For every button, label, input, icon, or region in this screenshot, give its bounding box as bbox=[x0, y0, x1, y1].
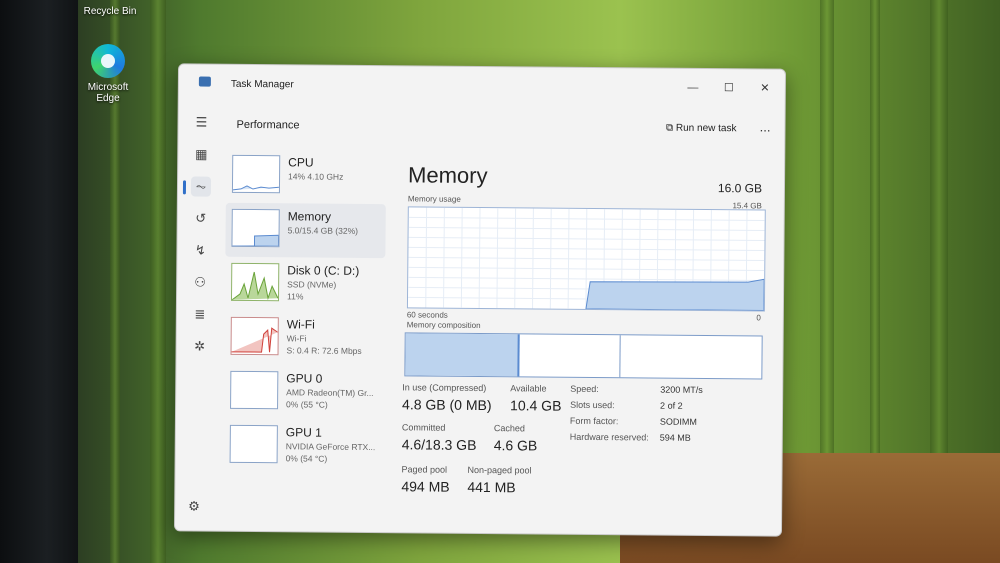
cached-label: Cached bbox=[493, 423, 525, 434]
nav-rail: ☰ ▦ ⏦ ↺ ↯ ⚇ ≣ ✲ ⚙ bbox=[175, 104, 225, 530]
minimize-button[interactable]: — bbox=[681, 79, 705, 97]
in-use-label: In use (Compressed) bbox=[402, 382, 487, 394]
run-task-icon: ⧉ bbox=[665, 122, 676, 134]
resource-detail: 0% (55 °C) bbox=[286, 399, 328, 410]
memory-usage-label: Memory usage bbox=[407, 194, 461, 204]
speed-value: 3200 MT/s bbox=[660, 384, 703, 395]
resource-item-memory[interactable]: Memory 5.0/15.4 GB (32%) bbox=[225, 202, 386, 259]
resource-item-disk[interactable]: Disk 0 (C: D:) SSD (NVMe) 11% bbox=[225, 257, 385, 312]
title-bar[interactable]: Task Manager — ☐ ✕ bbox=[179, 64, 785, 109]
committed-label: Committed bbox=[401, 422, 446, 433]
recycle-bin-icon[interactable]: Recycle Bin bbox=[80, 6, 140, 17]
cpu-thumbnail-graph bbox=[231, 154, 281, 194]
slots-label: Slots used: bbox=[570, 399, 615, 411]
app-history-icon[interactable]: ↺ bbox=[191, 208, 211, 228]
edge-label-line2: Edge bbox=[96, 93, 120, 104]
hardware-reserved-label: Hardware reserved: bbox=[569, 431, 649, 443]
page-title: Performance bbox=[236, 118, 300, 132]
resource-detail: 14% 4.10 GHz bbox=[288, 171, 344, 182]
edge-desktop-icon[interactable]: Microsoft Edge bbox=[78, 44, 138, 104]
page-header: Performance ⧉ Run new task ... bbox=[224, 105, 784, 150]
resource-name: Wi-Fi bbox=[286, 317, 315, 332]
performance-icon[interactable]: ⏦ bbox=[190, 176, 212, 197]
graph-time-span: 60 seconds bbox=[406, 310, 448, 320]
composition-modified bbox=[519, 334, 621, 378]
paged-pool-label: Paged pool bbox=[401, 464, 448, 475]
run-new-task-label: Run new task bbox=[675, 122, 737, 135]
hamburger-menu-icon[interactable]: ☰ bbox=[191, 112, 211, 132]
nonpaged-pool-label: Non-paged pool bbox=[467, 464, 532, 476]
resource-list: CPU 14% 4.10 GHz Memory 5.0/15.4 GB (32%… bbox=[223, 149, 386, 474]
users-icon[interactable]: ⚇ bbox=[190, 272, 210, 292]
committed-value: 4.6/18.3 GB bbox=[401, 436, 477, 453]
resource-item-gpu1[interactable]: GPU 1 NVIDIA GeForce RTX... 0% (54 °C) bbox=[223, 419, 383, 474]
in-use-value: 4.8 GB (0 MB) bbox=[402, 396, 492, 414]
available-label: Available bbox=[510, 383, 547, 394]
memory-detail-panel: Memory 16.0 GB Memory usage 15.4 GB 60 s… bbox=[401, 150, 770, 535]
maximize-button[interactable]: ☐ bbox=[717, 79, 741, 97]
resource-detail: 0% (54 °C) bbox=[285, 453, 328, 464]
processes-icon[interactable]: ▦ bbox=[191, 144, 211, 164]
wallpaper-bamboo bbox=[150, 0, 166, 563]
startup-apps-icon[interactable]: ↯ bbox=[190, 240, 210, 260]
gpu0-thumbnail-graph bbox=[230, 370, 279, 410]
memory-usage-area bbox=[585, 278, 765, 311]
memory-usage-graph-svg bbox=[408, 207, 765, 311]
slots-value: 2 of 2 bbox=[660, 400, 683, 411]
composition-free bbox=[621, 335, 761, 378]
task-manager-window: Task Manager — ☐ ✕ ☰ ▦ ⏦ ↺ ↯ ⚇ ≣ ✲ ⚙ Per… bbox=[173, 63, 787, 537]
resource-detail: 5.0/15.4 GB (32%) bbox=[287, 225, 359, 236]
memory-total: 16.0 GB bbox=[717, 181, 763, 196]
monitor-bezel bbox=[0, 0, 78, 563]
close-button[interactable]: ✕ bbox=[753, 79, 777, 97]
resource-name: Memory bbox=[287, 209, 332, 224]
form-factor-value: SODIMM bbox=[659, 416, 697, 427]
run-new-task-button[interactable]: ⧉ Run new task bbox=[666, 123, 737, 135]
task-manager-app-icon bbox=[198, 76, 211, 87]
memory-composition-bar bbox=[404, 332, 763, 380]
resource-item-gpu0[interactable]: GPU 0 AMD Radeon(TM) Gr... 0% (55 °C) bbox=[224, 365, 384, 420]
hardware-reserved-value: 594 MB bbox=[659, 432, 691, 443]
memory-thumbnail-graph bbox=[231, 208, 280, 248]
resource-detail: Wi-Fi bbox=[286, 333, 307, 344]
cached-value: 4.6 GB bbox=[493, 437, 538, 454]
resource-name: GPU 1 bbox=[285, 425, 322, 440]
resource-name: GPU 0 bbox=[286, 371, 323, 386]
available-value: 10.4 GB bbox=[510, 397, 562, 414]
more-options-button[interactable]: ... bbox=[760, 119, 771, 134]
resource-name: Disk 0 (C: D:) bbox=[287, 263, 360, 278]
speed-label: Speed: bbox=[570, 383, 599, 395]
window-title: Task Manager bbox=[230, 78, 294, 91]
composition-in-use bbox=[405, 333, 520, 377]
resource-detail: S: 0.4 R: 72.6 Mbps bbox=[286, 345, 362, 356]
resource-detail: AMD Radeon(TM) Gr... bbox=[286, 387, 374, 399]
memory-composition-label: Memory composition bbox=[406, 320, 481, 331]
resource-name: CPU bbox=[288, 155, 314, 170]
resource-detail: SSD (NVMe) bbox=[287, 279, 337, 290]
form-factor-label: Form factor: bbox=[569, 415, 619, 427]
wifi-thumbnail-graph bbox=[230, 316, 279, 356]
resource-detail: NVIDIA GeForce RTX... bbox=[285, 441, 376, 453]
gpu1-thumbnail-graph bbox=[229, 424, 278, 464]
nonpaged-pool-value: 441 MB bbox=[467, 478, 516, 496]
graph-zero: 0 bbox=[756, 313, 761, 323]
details-icon[interactable]: ≣ bbox=[190, 304, 210, 324]
paged-pool-value: 494 MB bbox=[401, 478, 450, 495]
resource-item-wifi[interactable]: Wi-Fi Wi-Fi S: 0.4 R: 72.6 Mbps bbox=[224, 311, 384, 366]
settings-gear-icon[interactable]: ⚙ bbox=[188, 498, 200, 514]
resource-detail: 11% bbox=[286, 291, 304, 302]
resource-item-cpu[interactable]: CPU 14% 4.10 GHz bbox=[226, 149, 386, 204]
memory-usage-graph bbox=[406, 206, 766, 312]
recycle-bin-label: Recycle Bin bbox=[83, 6, 137, 17]
memory-title: Memory bbox=[407, 162, 488, 189]
disk-thumbnail-graph bbox=[230, 262, 280, 302]
edge-logo-icon bbox=[91, 44, 125, 78]
nav-active-indicator bbox=[182, 180, 187, 195]
edge-label-line1: Microsoft bbox=[87, 82, 129, 93]
services-icon[interactable]: ✲ bbox=[189, 336, 209, 356]
